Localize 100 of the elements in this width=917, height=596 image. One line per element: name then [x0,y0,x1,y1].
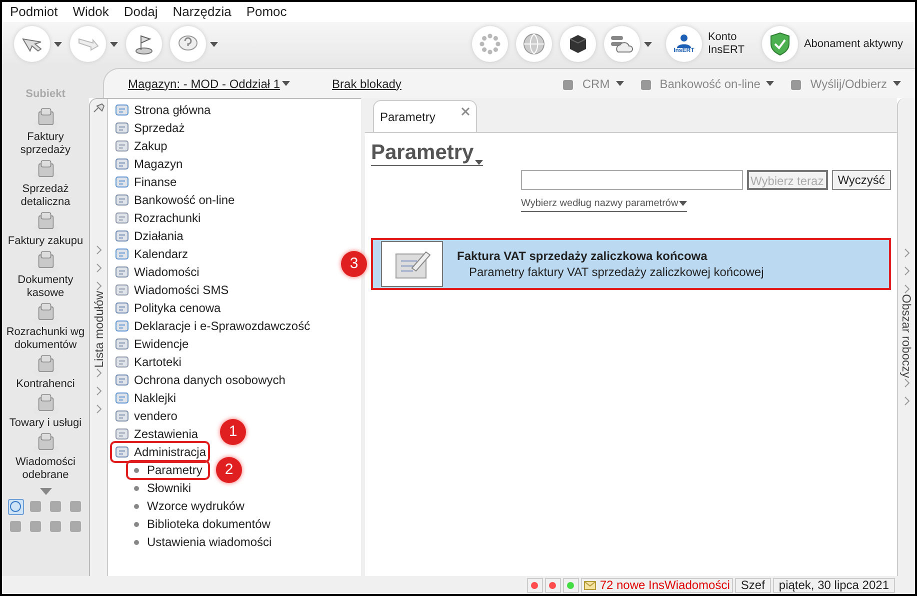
chevron-icon [904,378,910,388]
shield-icon[interactable] [770,32,790,56]
module-icon [114,283,130,297]
loading-button[interactable] [472,26,508,62]
module-item[interactable]: Bankowość on-line [112,191,237,209]
module-item[interactable]: vendero [112,407,180,425]
menu-item[interactable]: Widok [72,2,109,22]
nav-item[interactable]: Faktury sprzedaży [2,130,89,156]
flag-button[interactable] [126,26,162,62]
module-icon [114,319,130,333]
menu-item[interactable]: Narzędzia [172,2,232,22]
submodule-item[interactable]: Wzorce wydruków [128,498,250,514]
module-icon [114,121,130,135]
back-button[interactable] [14,26,50,62]
module-item[interactable]: Administracja [112,443,208,461]
shortcut-icon[interactable] [48,498,64,514]
module-item[interactable]: Zakup [112,137,170,155]
module-icon [114,301,130,315]
nav-item[interactable]: Faktury zakupu [2,234,89,248]
caret-icon [766,81,774,86]
clear-button[interactable]: Wyczyść [832,170,891,190]
pin-icon[interactable] [92,103,104,113]
nav-item[interactable]: Sprzedaż detaliczna [2,182,89,208]
nav-item[interactable]: Dokumenty kasowe [2,274,89,300]
search-field[interactable] [521,170,743,190]
close-icon[interactable] [461,107,470,116]
module-icon [114,175,130,189]
module-item[interactable]: Finanse [112,173,179,191]
module-icon [114,409,130,423]
globe-icon [522,32,546,56]
module-icon [114,139,130,153]
filter-link[interactable]: Wybierz według nazwy parametrów [521,196,688,212]
module-item[interactable]: Magazyn [112,155,185,173]
workspace-label[interactable]: Obszar roboczy [898,294,915,378]
caret-icon [282,81,290,86]
flag-icon [134,33,154,55]
module-item[interactable]: Kalendarz [112,245,190,263]
submodule-item[interactable]: Biblioteka dokumentów [128,516,276,532]
user-status: Szef [734,578,771,592]
module-icon [114,211,130,225]
module-icon [114,157,130,171]
page-title[interactable]: Parametry [371,141,483,166]
shortcut-icon[interactable] [48,518,64,534]
callout-badge: 2 [216,457,242,483]
module-list-label[interactable]: Lista modułów [90,291,108,368]
arrow-icon [77,36,99,52]
submodule-item[interactable]: Ustawienia wiadomości [128,534,278,550]
module-item[interactable]: Ewidencje [112,335,191,353]
menu-item[interactable]: Podmiot [10,2,58,22]
shortcut-icon[interactable] [68,498,84,514]
cloud-button[interactable] [604,26,640,62]
module-item[interactable]: Ochrona danych osobowych [112,371,288,389]
shortcut-icon[interactable] [8,498,24,514]
nav-item[interactable]: Kontrahenci [2,378,89,390]
module-icon [114,229,130,243]
result-item[interactable]: Faktura VAT sprzedaży zaliczkowa końcowa Parametry faktury VAT sprzedaży zaliczkowej końcowej [371,238,891,290]
more-icon[interactable] [40,488,52,494]
module-icon [114,391,130,405]
subscription-label[interactable]: Abonament aktywny [804,36,903,52]
result-description: Parametry faktury VAT sprzedaży zaliczkowej końcowej [468,264,764,280]
shortcut-icon[interactable] [28,498,44,514]
person-icon [676,34,692,48]
shortcut-icon[interactable] [28,518,44,534]
nav-item[interactable]: Rozrachunki wg dokumentów [2,326,89,352]
chevron-icon [904,396,910,406]
module-item[interactable]: Zestawienia [112,425,200,443]
menu-item[interactable]: Dodaj [124,2,158,22]
module-item[interactable]: Kartoteki [112,353,184,371]
caret-icon [474,160,483,165]
module-item[interactable]: Deklaracje i e-Sprawozdawczość [112,317,312,335]
submodule-item[interactable]: Słowniki [128,480,198,496]
module-item[interactable]: Wiadomości SMS [112,281,231,299]
shortcut-icon[interactable] [68,518,84,534]
tab[interactable]: Parametry [373,100,477,132]
module-item[interactable]: Sprzedaż [112,119,187,137]
forward-button[interactable] [70,26,106,62]
lock-link[interactable]: Brak blokady [332,74,402,92]
module-item[interactable]: Rozrachunki [112,209,203,227]
nav-item[interactable]: Towary i usługi [2,416,89,430]
spinner-icon [478,32,502,56]
caret-icon [210,42,218,46]
module-item[interactable]: Naklejki [112,389,178,407]
module-item[interactable]: Działania [112,227,186,245]
nav-item[interactable]: Wiadomości odebrane [2,456,89,482]
warehouse-link[interactable]: Magazyn: - MOD - Oddział 1 [128,74,290,92]
globe-button[interactable] [516,26,552,62]
module-icon [114,193,130,207]
help-button[interactable] [170,26,206,62]
module-item[interactable]: Polityka cenowa [112,299,223,317]
submodule-item[interactable]: Parametry [128,462,208,478]
account-label[interactable]: Konto InsERT [708,31,748,57]
cube-button[interactable] [560,26,596,62]
module-item[interactable]: Wiadomości [112,263,202,281]
menu-item[interactable]: Pomoc [246,2,287,22]
caret-icon [893,81,901,86]
date-status: piątek, 30 lipca 2021 [772,578,895,592]
module-icon [114,337,130,351]
module-icon [114,355,130,369]
shortcut-icon[interactable] [8,518,24,534]
module-item[interactable]: Strona główna [112,101,213,119]
